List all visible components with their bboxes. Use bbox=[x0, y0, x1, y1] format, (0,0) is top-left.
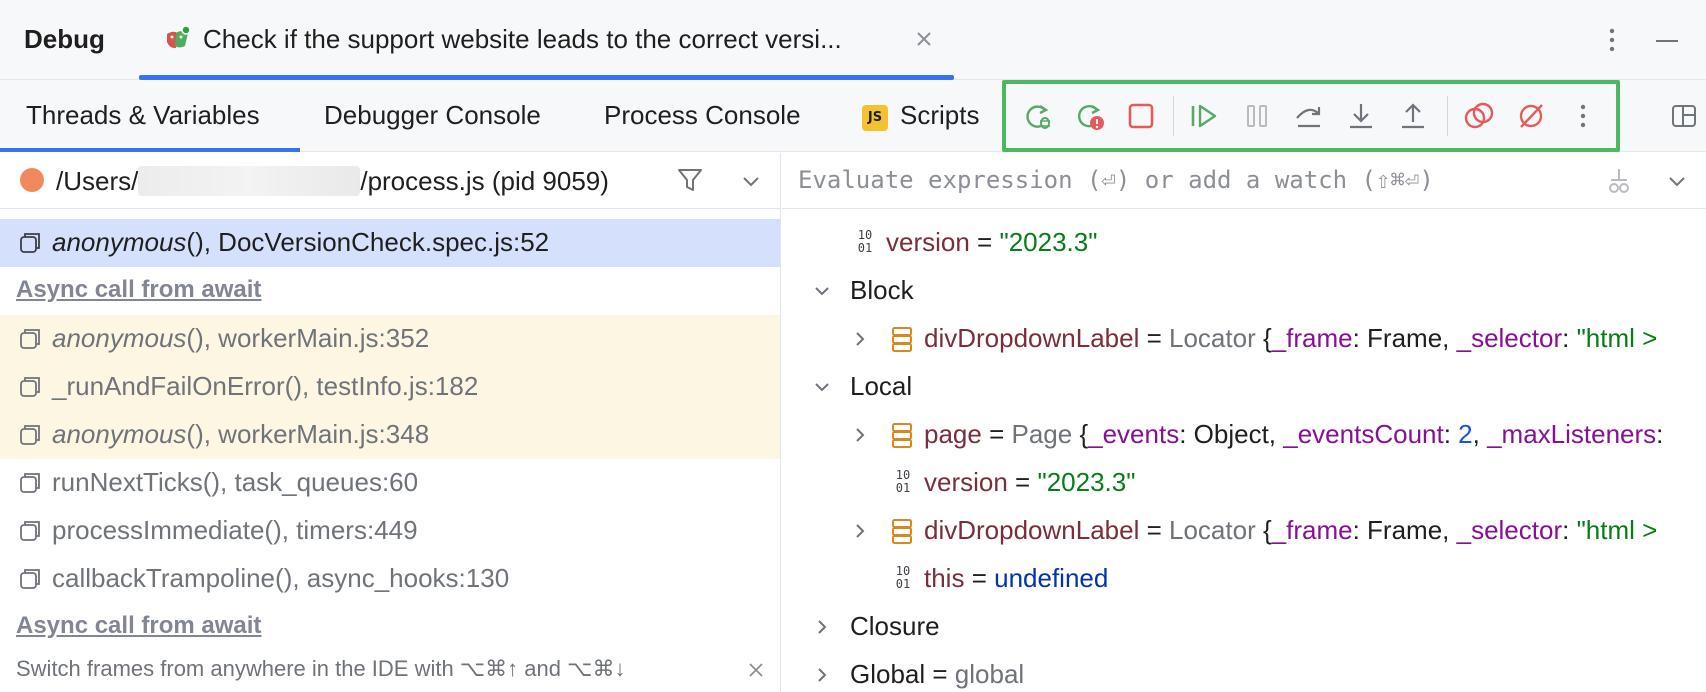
object-field-icon bbox=[892, 423, 912, 448]
close-icon[interactable] bbox=[746, 660, 766, 680]
tab-threads-variables[interactable]: Threads & Variables bbox=[26, 100, 260, 131]
chevron-down-icon[interactable] bbox=[812, 281, 832, 301]
stack-frame[interactable]: anonymous(), workerMain.js:348 bbox=[0, 411, 780, 459]
toolbar-separator bbox=[1447, 96, 1448, 136]
variable-row[interactable]: page = Page {_events: Object, _eventsCou… bbox=[782, 411, 1706, 459]
frame-label: anonymous(), workerMain.js:352 bbox=[52, 323, 430, 353]
frame-icon bbox=[20, 233, 40, 253]
view-breakpoints-icon[interactable] bbox=[1463, 100, 1495, 132]
playwright-test-icon bbox=[167, 25, 191, 49]
chevron-right-icon[interactable] bbox=[850, 329, 870, 349]
primitive-value-icon: 10 01 bbox=[857, 228, 873, 255]
filter-icon[interactable] bbox=[676, 166, 704, 194]
frame-label: anonymous(), DocVersionCheck.spec.js:52 bbox=[52, 227, 550, 257]
primitive-value-icon: 10 01 bbox=[895, 564, 911, 591]
variable-row[interactable]: 10 01 version = "2023.3" bbox=[782, 219, 1706, 267]
tab-scripts[interactable]: Scripts bbox=[900, 100, 979, 131]
step-over-icon[interactable] bbox=[1293, 100, 1325, 132]
variable-row[interactable]: divDropdownLabel = Locator {_frame: Fram… bbox=[782, 315, 1706, 363]
tool-window-title: Debug bbox=[24, 24, 105, 54]
stack-frame[interactable]: _runAndFailOnError(), testInfo.js:182 bbox=[0, 363, 780, 411]
stack-frame[interactable]: runNextTicks(), task_queues:60 bbox=[0, 459, 780, 507]
more-vertical-icon[interactable] bbox=[1600, 24, 1624, 56]
layout-settings-icon[interactable] bbox=[1670, 102, 1698, 130]
chevron-down-icon[interactable] bbox=[1666, 170, 1688, 192]
evaluate-expression-input[interactable]: Evaluate expression (⏎) or add a watch (… bbox=[798, 166, 1434, 194]
toolbar-separator bbox=[1173, 96, 1174, 136]
rerun-test-icon[interactable] bbox=[1021, 100, 1053, 132]
add-watch-icon[interactable] bbox=[1604, 166, 1634, 196]
variable-row[interactable]: 10 01 this = undefined bbox=[782, 555, 1706, 603]
debug-session-tab-label: Check if the support website leads to th… bbox=[203, 24, 842, 54]
chevron-right-icon[interactable] bbox=[812, 617, 832, 637]
chevron-right-icon[interactable] bbox=[812, 665, 832, 685]
tab-debugger-console[interactable]: Debugger Console bbox=[324, 100, 541, 131]
primitive-value-icon: 10 01 bbox=[895, 468, 911, 495]
stack-frame[interactable]: callbackTrampoline(), async_hooks:130 bbox=[0, 555, 780, 603]
step-into-icon[interactable] bbox=[1345, 100, 1377, 132]
scope-block[interactable]: Block bbox=[782, 267, 1706, 315]
chevron-right-icon[interactable] bbox=[850, 521, 870, 541]
frame-icon bbox=[20, 377, 40, 397]
tab-process-console[interactable]: Process Console bbox=[604, 100, 801, 131]
variable-row[interactable]: 10 01 version = "2023.3" bbox=[782, 459, 1706, 507]
frame-icon bbox=[20, 569, 40, 589]
scope-global[interactable]: Global = global bbox=[782, 651, 1706, 692]
active-tab-underline bbox=[0, 148, 300, 152]
more-vertical-icon[interactable] bbox=[1567, 100, 1599, 132]
frame-label: anonymous(), workerMain.js:348 bbox=[52, 419, 430, 449]
scope-local[interactable]: Local bbox=[782, 363, 1706, 411]
js-file-icon: JS bbox=[862, 105, 888, 131]
chevron-down-icon[interactable] bbox=[740, 170, 762, 192]
stack-frame-selected[interactable]: anonymous(), DocVersionCheck.spec.js:52 bbox=[0, 219, 780, 267]
step-out-icon[interactable] bbox=[1397, 100, 1429, 132]
async-call-separator[interactable]: Async call from await bbox=[16, 612, 261, 640]
frame-icon bbox=[20, 521, 40, 541]
resume-icon[interactable] bbox=[1189, 100, 1221, 132]
stack-frame[interactable]: processImmediate(), timers:449 bbox=[0, 507, 780, 555]
minimize-icon[interactable] bbox=[1652, 26, 1682, 56]
chevron-down-icon[interactable] bbox=[812, 377, 832, 397]
stop-icon[interactable] bbox=[1125, 100, 1157, 132]
frame-label: processImmediate(), timers:449 bbox=[52, 515, 418, 545]
pause-icon[interactable] bbox=[1241, 100, 1273, 132]
frame-label: callbackTrampoline(), async_hooks:130 bbox=[52, 563, 510, 593]
mute-breakpoints-icon[interactable] bbox=[1515, 100, 1547, 132]
frame-icon bbox=[20, 329, 40, 349]
frames-hint-text: Switch frames from anywhere in the IDE w… bbox=[16, 656, 626, 681]
frame-icon bbox=[20, 425, 40, 445]
rerun-failed-icon[interactable] bbox=[1073, 100, 1105, 132]
variable-row[interactable]: divDropdownLabel = Locator {_frame: Fram… bbox=[782, 507, 1706, 555]
frame-label: runNextTicks(), task_queues:60 bbox=[52, 467, 419, 497]
redacted-username bbox=[138, 166, 361, 196]
process-status-icon bbox=[20, 168, 44, 192]
scope-closure[interactable]: Closure bbox=[782, 603, 1706, 651]
chevron-right-icon[interactable] bbox=[850, 425, 870, 445]
process-path: /Users//process.js (pid 9059) bbox=[56, 166, 609, 196]
frame-icon bbox=[20, 473, 40, 493]
async-call-separator[interactable]: Async call from await bbox=[16, 276, 261, 304]
close-icon[interactable] bbox=[913, 28, 935, 50]
object-field-icon bbox=[892, 519, 912, 544]
stack-frame[interactable]: anonymous(), workerMain.js:352 bbox=[0, 315, 780, 363]
frame-label: _runAndFailOnError(), testInfo.js:182 bbox=[52, 371, 479, 401]
object-field-icon bbox=[892, 327, 912, 352]
